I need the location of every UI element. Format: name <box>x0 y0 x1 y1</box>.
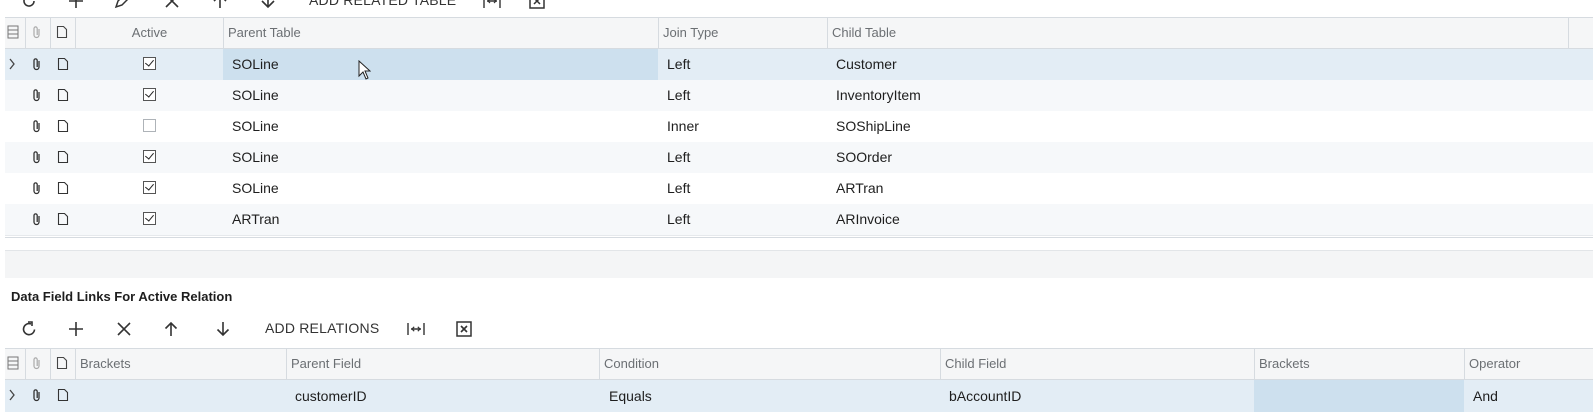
active-checkbox[interactable] <box>143 212 156 225</box>
parent-table-cell[interactable]: ARTran <box>232 204 658 235</box>
section-title: Data Field Links For Active Relation <box>11 289 233 304</box>
plus-icon[interactable] <box>67 0 85 10</box>
note-icon <box>56 25 68 39</box>
refresh-icon[interactable] <box>19 319 39 339</box>
grid-settings-icon[interactable] <box>7 25 19 39</box>
child-table-cell[interactable]: ARInvoice <box>836 204 1568 235</box>
chevron-right-icon[interactable] <box>8 389 16 401</box>
note-icon <box>56 356 68 370</box>
child-table-cell[interactable]: SOOrder <box>836 142 1568 173</box>
fit-width-icon[interactable] <box>482 0 502 10</box>
table-row[interactable]: customerID Equals bAccountID And <box>5 380 1593 412</box>
paperclip-icon[interactable] <box>31 57 43 72</box>
note-icon[interactable] <box>57 88 69 102</box>
attachment-column-header <box>25 349 50 379</box>
close-icon[interactable] <box>114 319 134 339</box>
parent-table-cell[interactable]: SOLine <box>232 173 658 204</box>
child-table-cell[interactable]: Customer <box>836 49 1568 80</box>
arrow-up-icon[interactable] <box>161 319 181 339</box>
table-row[interactable]: SOLine Left Customer <box>5 49 1593 81</box>
attachment-column-header <box>25 18 50 48</box>
child-field-column-header[interactable]: Child Field <box>940 349 1254 379</box>
top-toolbar: ADD RELATED TABLE <box>0 0 1593 17</box>
child-table-cell[interactable]: SOShipLine <box>836 111 1568 142</box>
table-row[interactable]: SOLine Left ARTran <box>5 173 1593 205</box>
fit-width-icon[interactable] <box>406 319 426 339</box>
links-grid-header: Brackets Parent Field Condition Child Fi… <box>5 349 1593 380</box>
note-icon[interactable] <box>57 212 69 226</box>
condition-column-header[interactable]: Condition <box>599 349 940 379</box>
table-row[interactable]: SOLine Left InventoryItem <box>5 80 1593 112</box>
child-table-cell[interactable]: ARTran <box>836 173 1568 204</box>
note-icon[interactable] <box>57 388 69 402</box>
join-type-cell[interactable]: Left <box>667 173 827 204</box>
join-type-cell[interactable]: Left <box>667 204 827 235</box>
note-icon[interactable] <box>57 150 69 164</box>
paperclip-icon[interactable] <box>31 212 43 227</box>
paperclip-icon <box>31 356 43 371</box>
plus-icon[interactable] <box>66 319 86 339</box>
arrow-up-icon[interactable] <box>211 0 229 10</box>
active-checkbox[interactable] <box>143 88 156 101</box>
chevron-right-icon[interactable] <box>8 58 16 70</box>
brackets-open-column-header[interactable]: Brackets <box>75 349 286 379</box>
parent-table-cell[interactable]: SOLine <box>232 142 658 173</box>
relations-grid: Active Parent Table Join Type Child Tabl… <box>5 17 1593 238</box>
join-type-cell[interactable]: Left <box>667 142 827 173</box>
join-type-column-header[interactable]: Join Type <box>658 18 827 48</box>
active-checkbox[interactable] <box>143 57 156 70</box>
filler-column-header <box>1568 18 1593 48</box>
mouse-cursor-icon <box>358 60 371 80</box>
table-row[interactable]: SOLine Inner SOShipLine <box>5 111 1593 143</box>
refresh-icon[interactable] <box>20 0 38 10</box>
note-icon[interactable] <box>57 181 69 195</box>
note-column-header <box>50 349 75 379</box>
parent-table-cell[interactable]: SOLine <box>232 111 658 142</box>
paperclip-icon <box>31 25 43 40</box>
active-checkbox[interactable] <box>143 119 156 132</box>
active-checkbox[interactable] <box>143 150 156 163</box>
join-type-cell[interactable]: Left <box>667 80 827 111</box>
join-type-cell[interactable]: Inner <box>667 111 827 142</box>
note-icon[interactable] <box>57 57 69 71</box>
active-checkbox[interactable] <box>143 181 156 194</box>
paperclip-icon[interactable] <box>31 388 43 403</box>
parent-field-cell[interactable]: customerID <box>295 380 599 412</box>
note-icon[interactable] <box>57 119 69 133</box>
operator-cell[interactable]: And <box>1473 380 1593 412</box>
child-table-column-header[interactable]: Child Table <box>827 18 1568 48</box>
arrow-down-icon[interactable] <box>259 0 277 10</box>
child-field-cell[interactable]: bAccountID <box>949 380 1254 412</box>
child-table-cell[interactable]: InventoryItem <box>836 80 1568 111</box>
paperclip-icon[interactable] <box>31 88 43 103</box>
paperclip-icon[interactable] <box>31 150 43 165</box>
close-icon[interactable] <box>163 0 181 10</box>
excel-export-icon[interactable] <box>528 0 546 10</box>
parent-table-column-header[interactable]: Parent Table <box>223 18 658 48</box>
grid-settings-icon[interactable] <box>7 356 19 370</box>
condition-cell[interactable]: Equals <box>609 380 940 412</box>
brackets-close-cell[interactable] <box>1254 380 1464 412</box>
relations-grid-header: Active Parent Table Join Type Child Tabl… <box>5 18 1593 49</box>
parent-table-cell[interactable]: SOLine <box>232 80 658 111</box>
table-row[interactable]: ARTran Left ARInvoice <box>5 204 1593 236</box>
join-type-cell[interactable]: Left <box>667 49 827 80</box>
note-column-header <box>50 18 75 48</box>
add-related-table-button[interactable]: ADD RELATED TABLE <box>309 0 456 8</box>
parent-table-cell[interactable]: SOLine <box>223 49 658 80</box>
brackets-open-cell[interactable] <box>80 380 286 412</box>
table-row[interactable]: SOLine Left SOOrder <box>5 142 1593 174</box>
grid-footer-band <box>5 250 1593 278</box>
paperclip-icon[interactable] <box>31 119 43 134</box>
edit-icon[interactable] <box>113 0 131 10</box>
operator-column-header[interactable]: Operator <box>1464 349 1593 379</box>
parent-field-column-header[interactable]: Parent Field <box>286 349 599 379</box>
paperclip-icon[interactable] <box>31 181 43 196</box>
links-grid: Brackets Parent Field Condition Child Fi… <box>5 348 1593 419</box>
add-relations-button[interactable]: ADD RELATIONS <box>265 320 379 336</box>
brackets-close-column-header[interactable]: Brackets <box>1254 349 1464 379</box>
arrow-down-icon[interactable] <box>213 319 233 339</box>
excel-export-icon[interactable] <box>454 319 474 339</box>
active-column-header[interactable]: Active <box>75 18 223 48</box>
